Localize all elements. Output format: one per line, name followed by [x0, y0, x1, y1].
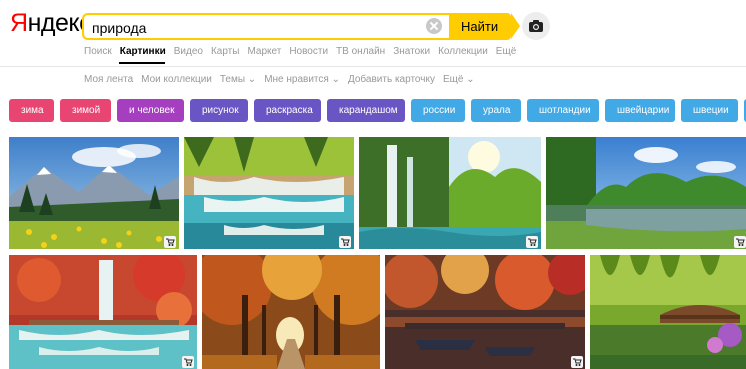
image-waterfall-cascade[interactable]: [184, 137, 354, 249]
service-search[interactable]: Поиск: [84, 46, 112, 57]
service-maps[interactable]: Карты: [211, 46, 240, 57]
subnav-add-card[interactable]: Добавить карточку: [348, 74, 435, 85]
search-button[interactable]: Найти: [449, 13, 520, 40]
cart-icon[interactable]: [571, 356, 583, 368]
subnav-my-collections[interactable]: Мои коллекции: [141, 74, 212, 85]
chip[interactable]: карандашом: [327, 99, 405, 122]
image-autumn-alley[interactable]: [202, 255, 380, 369]
search-input[interactable]: [92, 18, 422, 37]
service-images[interactable]: Картинки: [120, 46, 166, 57]
chip[interactable]: швейцарии: [605, 99, 675, 122]
chip[interactable]: зимой: [60, 99, 111, 122]
cart-icon[interactable]: [182, 356, 194, 368]
service-more[interactable]: Ещё: [496, 46, 516, 57]
chip[interactable]: рисунок: [190, 99, 248, 122]
subnav-more[interactable]: Ещё ⌄: [443, 74, 475, 85]
image-garden-bridge[interactable]: [590, 255, 746, 369]
service-collections[interactable]: Коллекции: [438, 46, 488, 57]
subnav-feed[interactable]: Моя лента: [84, 74, 133, 85]
chip[interactable]: швеции: [681, 99, 738, 122]
image-lake-forest[interactable]: [546, 137, 746, 249]
image-autumn-lake-boats[interactable]: [385, 255, 585, 369]
active-tab-underline: [119, 62, 165, 64]
camera-icon: [529, 20, 543, 32]
chip[interactable]: и человек: [117, 99, 184, 122]
chip[interactable]: шотландии: [527, 99, 599, 122]
divider: [0, 66, 746, 67]
camera-search-button[interactable]: [522, 12, 550, 40]
image-autumn-waterfall[interactable]: [9, 255, 197, 369]
image-mountain-meadow[interactable]: [9, 137, 179, 249]
cart-icon[interactable]: [339, 236, 351, 248]
subnav: Моя лента Мои коллекции Темы ⌄ Мне нравится…: [84, 74, 483, 85]
chip[interactable]: раскраска: [254, 99, 321, 122]
yandex-logo[interactable]: Яндекс: [10, 9, 92, 38]
chip[interactable]: зима: [9, 99, 54, 122]
subnav-likes[interactable]: Мне нравится ⌄: [264, 74, 340, 85]
cart-icon[interactable]: [526, 236, 538, 248]
service-znatoki[interactable]: Знатоки: [393, 46, 430, 57]
chip[interactable]: россии: [411, 99, 465, 122]
service-news[interactable]: Новости: [289, 46, 328, 57]
service-tv[interactable]: ТВ онлайн: [336, 46, 385, 57]
search-box[interactable]: [82, 13, 449, 40]
cart-icon[interactable]: [734, 236, 746, 248]
subnav-themes[interactable]: Темы ⌄: [220, 74, 256, 85]
services-nav: Поиск Картинки Видео Карты Маркет Новости ТВ о…: [84, 46, 524, 60]
service-video[interactable]: Видео: [174, 46, 203, 57]
chip[interactable]: урала: [471, 99, 521, 122]
image-forest-waterfall[interactable]: [359, 137, 541, 249]
service-market[interactable]: Маркет: [247, 46, 281, 57]
cart-icon[interactable]: [164, 236, 176, 248]
clear-icon[interactable]: [426, 18, 442, 34]
query-chips: зима зимой и человек рисунок раскраска каранд…: [9, 99, 746, 122]
